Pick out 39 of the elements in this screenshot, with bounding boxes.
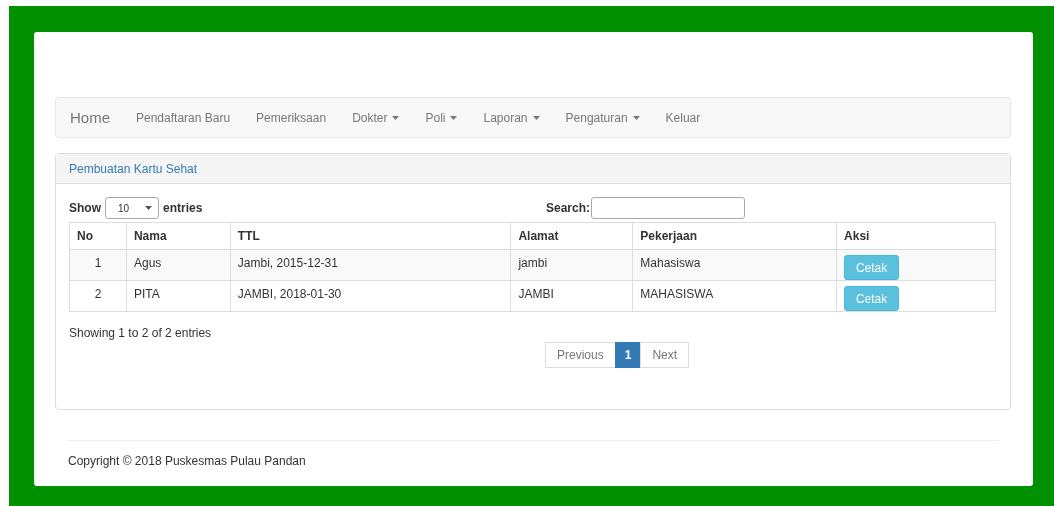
column-header: Nama [126,222,231,250]
search-field[interactable] [591,197,745,219]
panel-title: Pembuatan Kartu Sehat [69,161,198,176]
nav-dropdown[interactable]: Laporan [483,110,540,125]
nav-link[interactable]: Keluar [665,110,701,125]
column-header: TTL [230,222,511,250]
table-cell: MAHASISWA [632,280,837,312]
nav-dropdown[interactable]: Poli [425,110,458,125]
home-link[interactable]: Home [70,109,110,126]
column-header: Aksi [836,222,996,250]
entries-select[interactable]: 10 [105,197,159,219]
table-cell: 1 [69,249,127,281]
table-info: Showing 1 to 2 of 2 entries [69,326,213,340]
table-cell: Mahasiswa [632,249,837,281]
table-cell: jambi [510,249,633,281]
entries-label: entries [163,201,203,215]
column-header: No [69,222,127,250]
nav-link[interactable]: Pemeriksaan [256,110,327,125]
nav-link[interactable]: Pendaftaran Baru [136,110,231,125]
table-cell: PITA [126,280,231,312]
nav-dropdown[interactable]: Dokter [352,110,400,125]
caret-icon [145,206,152,210]
show-label: Show [69,201,101,215]
page-link[interactable]: Next [640,342,690,368]
column-header: Alamat [510,222,633,250]
copyright-text: Copyright © 2018 Puskesmas Pulau Pandan [68,454,307,468]
page-link[interactable]: Previous [545,342,616,368]
caret-icon [532,115,540,120]
table-cell: Jambi, 2015-12-31 [230,249,511,281]
table-cell: JAMBI, 2018-01-30 [230,280,511,312]
table-cell: 2 [69,280,127,312]
column-header: Pekerjaan [632,222,837,250]
search-label: Search: [545,201,590,215]
nav-dropdown[interactable]: Pengaturan [565,110,640,125]
table-cell: Agus [126,249,231,281]
caret-icon [632,115,640,120]
caret-icon [392,115,400,120]
caret-icon [450,115,458,120]
table-cell: JAMBI [510,280,633,312]
